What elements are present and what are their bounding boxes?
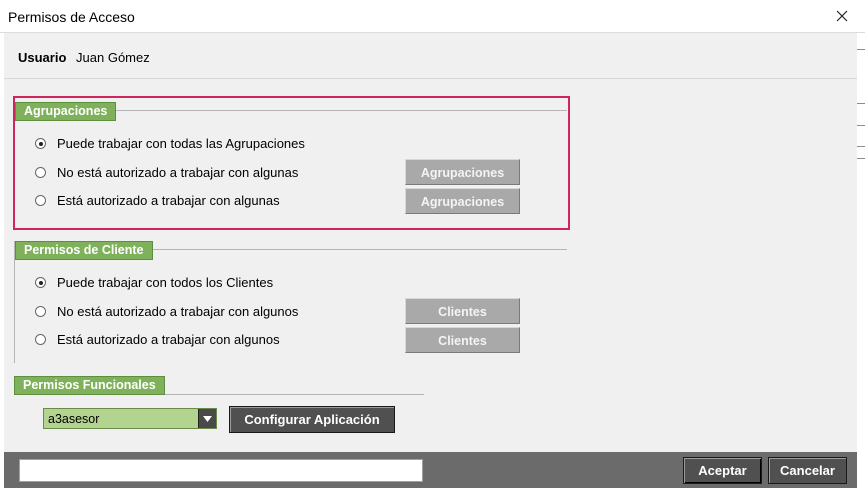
chevron-down-icon[interactable] bbox=[198, 409, 216, 428]
agrupaciones-section: Agrupaciones bbox=[14, 102, 567, 224]
user-row: Usuario Juan Gómez bbox=[18, 50, 150, 65]
radio-label: Puede trabajar con todas las Agrupacione… bbox=[57, 136, 305, 151]
title-bar: Permisos de Acceso bbox=[0, 0, 865, 33]
radio-button[interactable] bbox=[35, 138, 46, 149]
close-icon bbox=[836, 10, 848, 22]
radio-label: Está autorizado a trabajar con algunas bbox=[57, 193, 280, 208]
dialog-body: Usuario Juan Gómez Agrupaciones Puede tr… bbox=[4, 33, 857, 488]
radio-label: No está autorizado a trabajar con alguna… bbox=[57, 165, 299, 180]
agrupaciones-header: Agrupaciones bbox=[15, 102, 117, 121]
agrupaciones-included-button[interactable]: Agrupaciones bbox=[405, 188, 520, 214]
clientes-excluded-button[interactable]: Clientes bbox=[405, 298, 520, 324]
radio-button[interactable] bbox=[35, 195, 46, 206]
header-separator bbox=[4, 78, 857, 79]
bottom-bar: Aceptar Cancelar bbox=[4, 452, 857, 488]
user-label: Usuario bbox=[18, 50, 67, 65]
background-window-edge bbox=[857, 33, 865, 491]
window-title: Permisos de Acceso bbox=[8, 9, 135, 25]
radio-button[interactable] bbox=[35, 306, 46, 317]
radio-not-authorized-agrupaciones[interactable]: No está autorizado a trabajar con alguna… bbox=[35, 165, 298, 180]
application-select[interactable]: a3asesor bbox=[43, 408, 217, 429]
application-select-value: a3asesor bbox=[48, 412, 100, 426]
radio-all-agrupaciones[interactable]: Puede trabajar con todas las Agrupacione… bbox=[35, 136, 305, 151]
radio-label: No está autorizado a trabajar con alguno… bbox=[57, 304, 299, 319]
configure-application-button[interactable]: Configurar Aplicación bbox=[229, 406, 395, 433]
radio-authorized-clientes[interactable]: Está autorizado a trabajar con algunos bbox=[35, 332, 280, 347]
radio-button[interactable] bbox=[35, 334, 46, 345]
funcionales-header: Permisos Funcionales bbox=[14, 376, 165, 395]
radio-button[interactable] bbox=[35, 167, 46, 178]
radio-button[interactable] bbox=[35, 277, 46, 288]
cancel-button[interactable]: Cancelar bbox=[768, 457, 847, 484]
radio-all-clientes[interactable]: Puede trabajar con todos los Clientes bbox=[35, 275, 273, 290]
clientes-header: Permisos de Cliente bbox=[15, 241, 153, 260]
radio-authorized-agrupaciones[interactable]: Está autorizado a trabajar con algunas bbox=[35, 193, 280, 208]
status-field[interactable] bbox=[19, 459, 423, 482]
radio-not-authorized-clientes[interactable]: No está autorizado a trabajar con alguno… bbox=[35, 304, 298, 319]
accept-button[interactable]: Aceptar bbox=[683, 457, 762, 484]
radio-label: Puede trabajar con todos los Clientes bbox=[57, 275, 274, 290]
close-button[interactable] bbox=[819, 0, 865, 32]
clientes-section: Permisos de Cliente bbox=[14, 241, 567, 363]
user-name: Juan Gómez bbox=[76, 50, 150, 65]
clientes-included-button[interactable]: Clientes bbox=[405, 327, 520, 353]
radio-label: Está autorizado a trabajar con algunos bbox=[57, 332, 280, 347]
agrupaciones-excluded-button[interactable]: Agrupaciones bbox=[405, 159, 520, 185]
